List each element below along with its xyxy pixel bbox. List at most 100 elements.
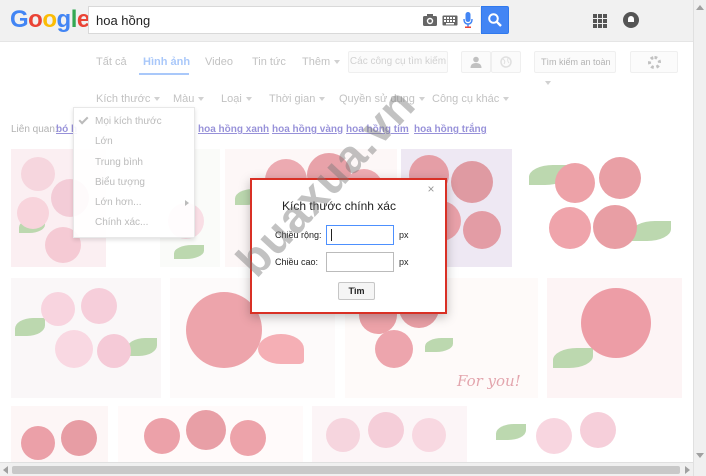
rose-shape bbox=[81, 288, 117, 324]
keyboard-icon[interactable] bbox=[442, 15, 458, 26]
image-result[interactable] bbox=[476, 406, 682, 462]
text-cursor bbox=[331, 229, 332, 241]
filter-label: Màu bbox=[173, 93, 195, 105]
search-tools-button[interactable]: Các công cụ tìm kiếm bbox=[348, 51, 448, 73]
rose-shape bbox=[375, 330, 413, 368]
rose-shape bbox=[144, 418, 180, 454]
related-link[interactable]: hoa hồng xanh bbox=[198, 124, 269, 135]
size-option-exact[interactable]: Chính xác... bbox=[95, 217, 148, 228]
camera-icon[interactable] bbox=[422, 13, 438, 28]
logo-letter: g bbox=[56, 6, 72, 33]
chevron-down-icon bbox=[418, 97, 425, 102]
height-unit: px bbox=[399, 257, 409, 267]
rose-shape bbox=[21, 157, 55, 191]
rose-shape bbox=[55, 330, 93, 368]
rose-shape bbox=[186, 410, 226, 450]
logo-letter: G bbox=[10, 6, 29, 33]
logo-letter: o bbox=[28, 6, 43, 33]
rose-shape bbox=[368, 412, 404, 448]
tab-all[interactable]: Tất cả bbox=[96, 56, 127, 68]
size-option-medium[interactable]: Trung bình bbox=[95, 157, 143, 168]
tab-videos[interactable]: Video bbox=[205, 56, 233, 68]
scroll-left-arrow-icon[interactable] bbox=[3, 466, 8, 474]
tab-more[interactable]: Thêm bbox=[302, 56, 341, 68]
microphone-icon[interactable] bbox=[463, 12, 473, 29]
scroll-down-arrow-icon[interactable] bbox=[696, 453, 704, 458]
rose-shape bbox=[61, 420, 97, 456]
checkmark-icon bbox=[78, 114, 89, 125]
size-option-any[interactable]: Mọi kích thước bbox=[95, 116, 162, 127]
image-result[interactable] bbox=[11, 278, 161, 398]
active-tab-indicator bbox=[139, 73, 189, 75]
image-result[interactable] bbox=[11, 406, 108, 462]
rose-shape bbox=[581, 288, 651, 358]
leaf-shape bbox=[496, 424, 526, 440]
rose-shape bbox=[593, 205, 637, 249]
find-button[interactable]: Tìm bbox=[338, 282, 375, 300]
filter-time[interactable]: Thời gian bbox=[269, 93, 326, 105]
rose-shape bbox=[463, 211, 501, 249]
filter-more-tools[interactable]: Công cụ khác bbox=[432, 93, 510, 105]
image-result[interactable] bbox=[312, 406, 467, 462]
rose-shape bbox=[326, 418, 360, 452]
scrollbar-thumb[interactable] bbox=[12, 466, 680, 474]
filter-label: Kích thước bbox=[96, 93, 151, 105]
global-results-button[interactable] bbox=[491, 51, 521, 73]
leaf-shape bbox=[174, 245, 204, 259]
search-box bbox=[88, 6, 480, 34]
related-link[interactable]: hoa hồng trắng bbox=[414, 124, 487, 135]
scroll-right-arrow-icon[interactable] bbox=[685, 466, 690, 474]
chevron-down-icon bbox=[503, 97, 510, 102]
search-icon bbox=[488, 13, 502, 27]
globe-icon bbox=[500, 56, 512, 68]
vertical-scrollbar[interactable] bbox=[693, 0, 706, 476]
search-input[interactable] bbox=[96, 11, 416, 29]
image-result[interactable] bbox=[118, 406, 303, 462]
rose-shape bbox=[258, 334, 304, 364]
safe-search-button[interactable]: Tìm kiếm an toàn bbox=[534, 51, 616, 85]
leaf-shape bbox=[553, 348, 593, 368]
apps-grid-icon[interactable] bbox=[593, 14, 607, 28]
close-icon[interactable]: × bbox=[425, 182, 437, 196]
image-caption: For you! bbox=[457, 372, 521, 390]
image-result[interactable] bbox=[547, 278, 682, 398]
notifications-icon[interactable] bbox=[623, 12, 639, 28]
tab-images[interactable]: Hình ảnh bbox=[143, 56, 190, 68]
settings-button[interactable] bbox=[630, 51, 678, 73]
rose-shape bbox=[21, 426, 55, 460]
filter-label: Công cụ khác bbox=[432, 93, 500, 105]
size-option-large[interactable]: Lớn bbox=[95, 136, 113, 147]
horizontal-scrollbar[interactable] bbox=[0, 462, 693, 476]
scroll-up-arrow-icon[interactable] bbox=[696, 5, 704, 10]
width-unit: px bbox=[399, 230, 409, 240]
filter-type[interactable]: Loại bbox=[221, 93, 252, 105]
rose-shape bbox=[599, 157, 641, 199]
filter-size[interactable]: Kích thước bbox=[96, 93, 161, 105]
rose-shape bbox=[451, 161, 493, 203]
size-option-larger-than[interactable]: Lớn hơn... bbox=[95, 197, 141, 208]
person-icon bbox=[470, 56, 482, 68]
rose-shape bbox=[17, 197, 49, 229]
width-input[interactable] bbox=[326, 225, 394, 245]
gear-icon bbox=[648, 56, 661, 69]
filter-label: Loại bbox=[221, 93, 242, 105]
rose-shape bbox=[580, 412, 616, 448]
safe-search-label: Tìm kiếm an toàn bbox=[541, 57, 611, 67]
google-logo[interactable]: Google bbox=[10, 6, 90, 34]
height-input[interactable] bbox=[326, 252, 394, 272]
rose-shape bbox=[555, 163, 595, 203]
rose-shape bbox=[97, 334, 131, 368]
rose-shape bbox=[412, 418, 446, 452]
rose-shape bbox=[536, 418, 572, 454]
size-dropdown-menu: Mọi kích thước Lớn Trung bình Biểu tượng… bbox=[73, 107, 195, 238]
chevron-down-icon bbox=[334, 60, 341, 65]
related-label: Liên quan: bbox=[11, 124, 58, 135]
leaf-shape bbox=[127, 338, 157, 356]
tab-news[interactable]: Tin tức bbox=[252, 56, 286, 68]
search-button[interactable] bbox=[481, 6, 509, 34]
size-option-icon[interactable]: Biểu tượng bbox=[95, 177, 145, 188]
filter-color[interactable]: Màu bbox=[173, 93, 205, 105]
rose-shape bbox=[230, 420, 266, 456]
personal-results-button[interactable] bbox=[461, 51, 491, 73]
image-result[interactable] bbox=[519, 149, 682, 267]
